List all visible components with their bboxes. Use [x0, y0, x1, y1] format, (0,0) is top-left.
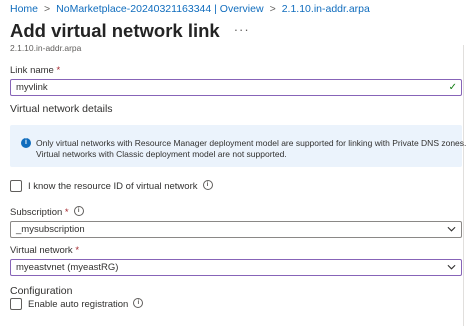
chevron-down-icon [447, 264, 456, 270]
info-message-box: i Only virtual networks with Resource Ma… [10, 125, 466, 167]
info-icon[interactable]: i [73, 206, 84, 217]
breadcrumb-separator: > [269, 3, 276, 15]
virtual-network-dropdown[interactable]: myeastvnet (myeastRG) [10, 259, 462, 276]
breadcrumb-zone-link[interactable]: 2.1.10.in-addr.arpa [282, 3, 370, 15]
breadcrumb-separator: > [44, 3, 51, 15]
virtual-network-label: Virtual network * [10, 245, 79, 256]
checkmark-icon: ✓ [448, 82, 457, 93]
link-name-value: myvlink [16, 82, 48, 93]
virtual-network-value: myeastvnet (myeastRG) [16, 262, 119, 273]
info-icon[interactable]: i [202, 180, 213, 191]
know-resource-id-label-text: I know the resource ID of virtual networ… [28, 181, 198, 192]
required-marker: * [64, 207, 69, 218]
info-message-text: Only virtual networks with Resource Mana… [36, 138, 466, 160]
subscription-dropdown[interactable]: _mysubscription [10, 221, 462, 238]
panel-divider [463, 45, 464, 326]
link-name-label: Link name * [10, 65, 60, 76]
required-marker: * [56, 65, 61, 76]
subscription-value: _mysubscription [16, 224, 85, 235]
info-message-line: Virtual networks with Classic deployment… [36, 149, 287, 159]
page-title: Add virtual network link [10, 20, 220, 41]
link-name-input[interactable]: myvlink ✓ [10, 79, 462, 96]
subscription-label: Subscription * i [10, 206, 84, 218]
configuration-heading: Configuration [10, 285, 73, 297]
ellipsis-icon[interactable]: ··· [234, 22, 250, 37]
page-subtitle: 2.1.10.in-addr.arpa [10, 43, 82, 53]
subscription-label-text: Subscription [10, 207, 63, 218]
link-name-label-text: Link name [10, 65, 54, 76]
required-marker: * [75, 245, 80, 256]
breadcrumb-overview-link[interactable]: NoMarketplace-20240321163344 | Overview [56, 3, 263, 15]
title-row: Add virtual network link ··· [10, 20, 250, 42]
chevron-down-icon [447, 226, 456, 232]
virtual-network-label-text: Virtual network [10, 245, 73, 256]
enable-auto-registration-label-text: Enable auto registration [28, 299, 129, 310]
virtual-network-details-heading: Virtual network details [10, 103, 113, 115]
breadcrumb: Home > NoMarketplace-20240321163344 | Over… [10, 3, 370, 15]
info-icon[interactable]: i [133, 298, 144, 309]
breadcrumb-home-link[interactable]: Home [10, 3, 38, 15]
know-resource-id-label[interactable]: I know the resource ID of virtual networ… [28, 180, 213, 192]
info-message-line: Only virtual networks with Resource Mana… [36, 138, 467, 148]
enable-auto-registration-checkbox[interactable] [10, 298, 22, 310]
know-resource-id-checkbox[interactable] [10, 180, 22, 192]
enable-auto-registration-label[interactable]: Enable auto registration i [28, 298, 144, 310]
info-icon: i [21, 138, 31, 148]
